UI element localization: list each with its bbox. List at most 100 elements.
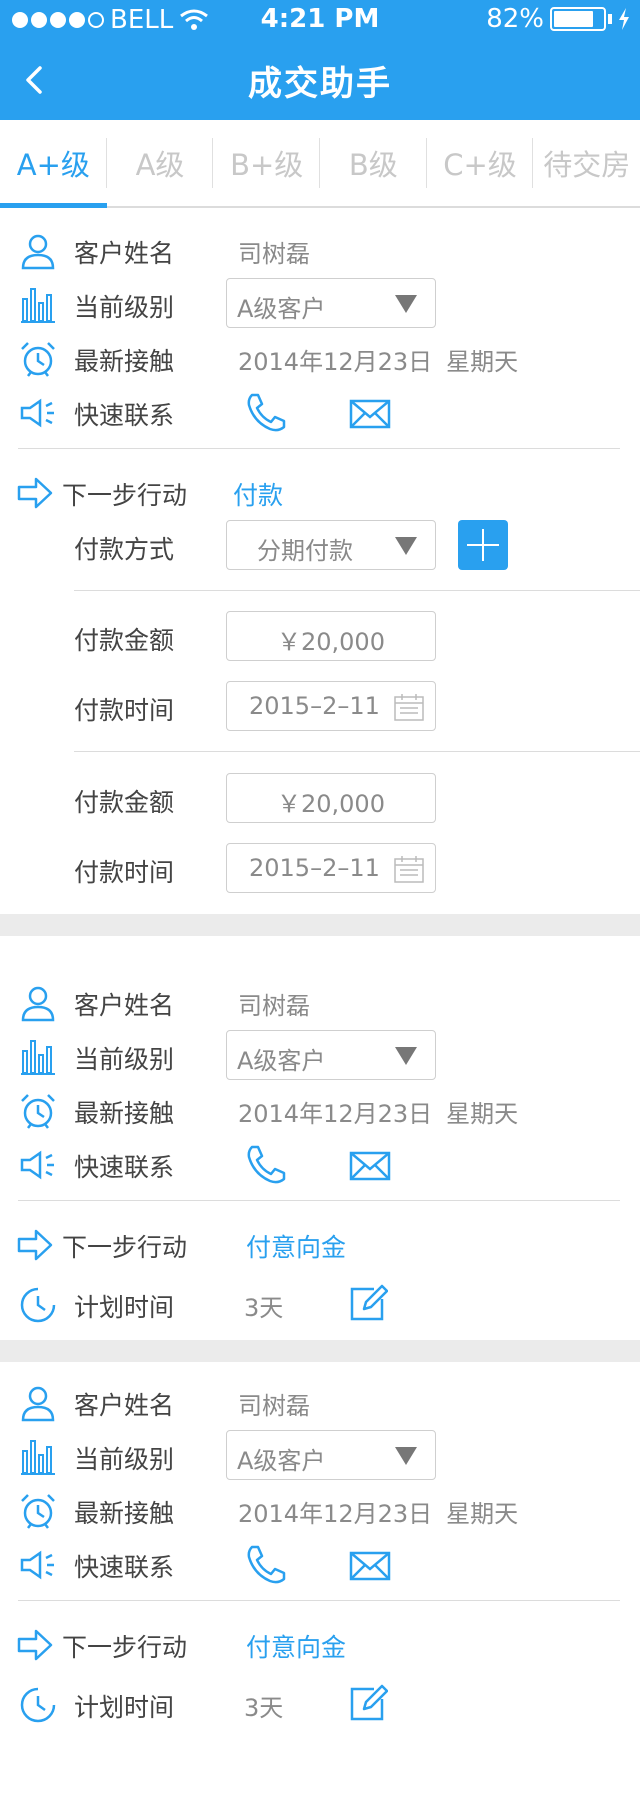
megaphone-icon: [18, 1545, 58, 1585]
tab-label: C+级: [443, 148, 517, 182]
level-row: 当前级别 A级客户: [0, 1430, 640, 1482]
divider: [74, 751, 640, 752]
dropdown-arrow-icon: [395, 1047, 417, 1065]
calendar-icon[interactable]: [393, 854, 425, 884]
megaphone-icon: [18, 1145, 58, 1185]
next-action-label: 下一步行动: [62, 1233, 188, 1262]
phone-call-button[interactable]: [244, 391, 288, 435]
envelope-icon: [349, 1551, 391, 1581]
battery-indicator: 82%: [486, 4, 630, 34]
customer-name-label: 客户姓名: [74, 991, 175, 1020]
tab-pending-handover[interactable]: 待交房: [533, 120, 640, 206]
tab-a-plus[interactable]: A+级: [0, 120, 107, 208]
envelope-icon: [349, 399, 391, 429]
phone-call-button[interactable]: [244, 1143, 288, 1187]
plan-time-label: 计划时间: [74, 1293, 175, 1322]
phone-call-button[interactable]: [244, 1543, 288, 1587]
charging-icon: [618, 8, 630, 30]
phone-icon: [247, 1545, 286, 1584]
contact-row: 最新接触 2014年12月23日 星期天: [0, 334, 640, 384]
customer-name-row: 客户姓名 司树磊: [0, 226, 640, 276]
bar-chart-icon: [18, 285, 58, 325]
contact-label: 最新接触: [74, 1499, 175, 1528]
customer-name-label: 客户姓名: [74, 239, 175, 268]
contact-date-text: 2014年12月23日: [238, 1100, 433, 1128]
contact-date-text: 2014年12月23日: [238, 1500, 433, 1528]
payment-time-input[interactable]: 2015–2–11: [226, 681, 436, 731]
payment-amount-input[interactable]: ￥20,000: [226, 773, 436, 823]
level-select[interactable]: A级客户: [226, 1430, 436, 1480]
plan-time-label: 计划时间: [74, 1693, 175, 1722]
email-button[interactable]: [348, 1543, 392, 1587]
divider: [18, 448, 620, 449]
customer-name: 司树磊: [238, 1392, 310, 1420]
payment-amount-label: 付款金额: [74, 626, 175, 655]
contact-label: 最新接触: [74, 347, 175, 376]
phone-icon: [247, 1145, 286, 1184]
level-select[interactable]: A级客户: [226, 278, 436, 328]
customer-name: 司树磊: [238, 992, 310, 1020]
next-action-value: 付款: [233, 481, 284, 510]
bar-chart-icon: [18, 1437, 58, 1477]
edit-icon: [350, 1684, 388, 1721]
customer-name: 司树磊: [238, 240, 310, 268]
tab-b[interactable]: B级: [320, 120, 427, 206]
user-icon: [18, 231, 58, 271]
contact-label: 最新接触: [74, 1099, 175, 1128]
plan-time-value: 3天: [244, 1294, 284, 1322]
contact-row: 最新接触 2014年12月23日 星期天: [0, 1086, 640, 1136]
divider: [18, 1200, 620, 1201]
dropdown-arrow-icon: [395, 1447, 417, 1465]
battery-percent: 82%: [486, 4, 544, 34]
plan-time-row: 计划时间 3天: [0, 1280, 640, 1330]
edit-plan-button[interactable]: [348, 1283, 392, 1327]
envelope-icon: [349, 1151, 391, 1181]
payment-method-select[interactable]: 分期付款: [226, 520, 436, 570]
tab-c-plus[interactable]: C+级: [427, 120, 534, 206]
level-row: 当前级别 A级客户: [0, 1030, 640, 1082]
bar-chart-icon: [18, 1037, 58, 1077]
phone-icon: [247, 393, 286, 432]
contact-date-text: 2014年12月23日: [238, 348, 433, 376]
next-action-row: 下一步行动 付款: [0, 468, 640, 518]
section-separator: [0, 1340, 640, 1362]
level-label: 当前级别: [74, 1445, 175, 1474]
payment-time-label: 付款时间: [74, 696, 175, 725]
level-label: 当前级别: [74, 1045, 175, 1074]
user-icon: [18, 1383, 58, 1423]
add-payment-button[interactable]: [458, 520, 508, 570]
contact-date: 2014年12月23日 星期天: [238, 342, 518, 377]
contact-weekday: 星期天: [446, 348, 519, 376]
next-action-label: 下一步行动: [62, 1633, 188, 1662]
divider: [74, 590, 640, 591]
payment-amount-input[interactable]: ￥20,000: [226, 611, 436, 661]
level-tabs: A+级 A级 B+级 B级 C+级 待交房: [0, 120, 640, 208]
megaphone-icon: [18, 393, 58, 433]
active-tab-indicator: [0, 203, 107, 208]
quick-contact-row: 快速联系: [0, 1140, 640, 1190]
tab-label: A级: [135, 148, 185, 182]
payment-time-input[interactable]: 2015–2–11: [226, 843, 436, 893]
alarm-clock-icon: [18, 1091, 58, 1131]
contact-date: 2014年12月23日 星期天: [238, 1494, 518, 1529]
quick-contact-row: 快速联系: [0, 388, 640, 438]
tab-b-plus[interactable]: B+级: [213, 120, 320, 206]
calendar-icon[interactable]: [393, 692, 425, 722]
next-action-row: 下一步行动 付意向金: [0, 1220, 640, 1270]
status-bar: BELL 4:21 PM 82%: [0, 0, 640, 40]
tab-label: A+级: [16, 148, 90, 182]
user-icon: [18, 983, 58, 1023]
next-action-value: 付意向金: [246, 1633, 347, 1662]
tab-a[interactable]: A级: [107, 120, 214, 206]
nav-bar: 成交助手: [0, 40, 640, 120]
email-button[interactable]: [348, 391, 392, 435]
payment-amount-value: ￥20,000: [277, 790, 385, 818]
edit-plan-button[interactable]: [348, 1683, 392, 1727]
level-select[interactable]: A级客户: [226, 1030, 436, 1080]
contact-row: 最新接触 2014年12月23日 星期天: [0, 1486, 640, 1536]
email-button[interactable]: [348, 1143, 392, 1187]
arrow-right-icon: [16, 1225, 56, 1265]
quick-contact-label: 快速联系: [74, 401, 175, 430]
next-action-value: 付意向金: [246, 1233, 347, 1262]
quick-contact-row: 快速联系: [0, 1540, 640, 1590]
